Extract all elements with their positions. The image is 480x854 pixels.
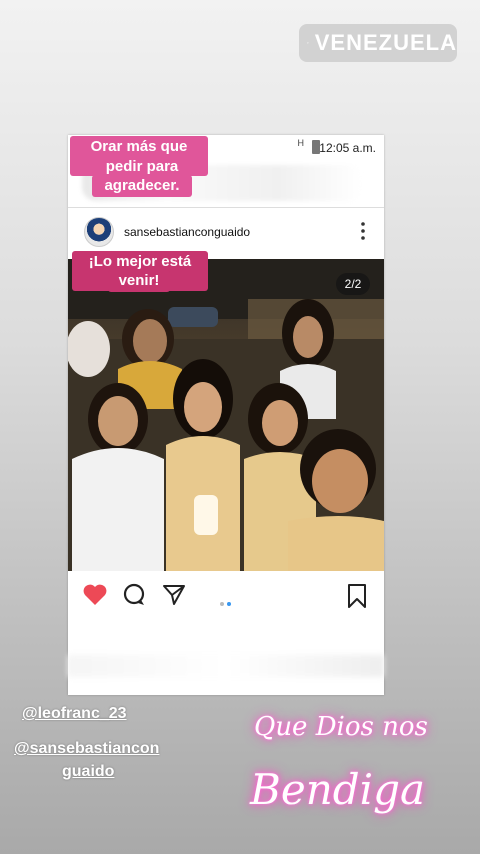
script-text-line2: Bendiga xyxy=(250,765,426,814)
caption-line: pedir para xyxy=(105,158,179,175)
carousel-dots xyxy=(220,593,234,611)
post-actions xyxy=(68,577,384,613)
overlay-caption-2: venir! xyxy=(108,270,170,292)
caption-pill-top-3: agradecer. xyxy=(92,175,192,197)
post-photo[interactable]: 2/2 xyxy=(68,259,384,571)
instagram-post-screenshot: H 12:05 a.m. sansebastianconguaido 2/2 xyxy=(68,135,384,695)
divider xyxy=(68,207,384,208)
caption-line: agradecer. xyxy=(104,177,180,194)
more-options-icon[interactable] xyxy=(360,221,366,241)
avatar[interactable] xyxy=(84,217,114,247)
send-icon[interactable] xyxy=(162,583,186,607)
overlay-caption-line: venir! xyxy=(118,272,160,289)
mention-sansebastian-2[interactable]: guaido xyxy=(62,763,114,781)
post-username[interactable]: sansebastianconguaido xyxy=(124,225,250,239)
location-pin-icon xyxy=(307,42,309,44)
signal-indicator: H xyxy=(297,138,305,148)
mention-sansebastian-1[interactable]: @sansebastiancon xyxy=(14,740,159,758)
script-text-line1: Que Dios nos xyxy=(254,712,428,742)
comment-icon[interactable] xyxy=(122,583,146,607)
bookmark-icon[interactable] xyxy=(346,583,368,609)
heart-icon[interactable] xyxy=(82,583,108,607)
post-header: sansebastianconguaido xyxy=(68,211,384,253)
location-label: VENEZUELA xyxy=(314,30,457,55)
location-sticker[interactable]: VENEZUELA xyxy=(299,24,457,62)
status-time: 12:05 a.m. xyxy=(319,141,376,155)
mention-leofranc[interactable]: @leofranc_23 xyxy=(22,705,127,723)
blurred-footer xyxy=(68,655,384,677)
image-counter: 2/2 xyxy=(336,273,370,295)
